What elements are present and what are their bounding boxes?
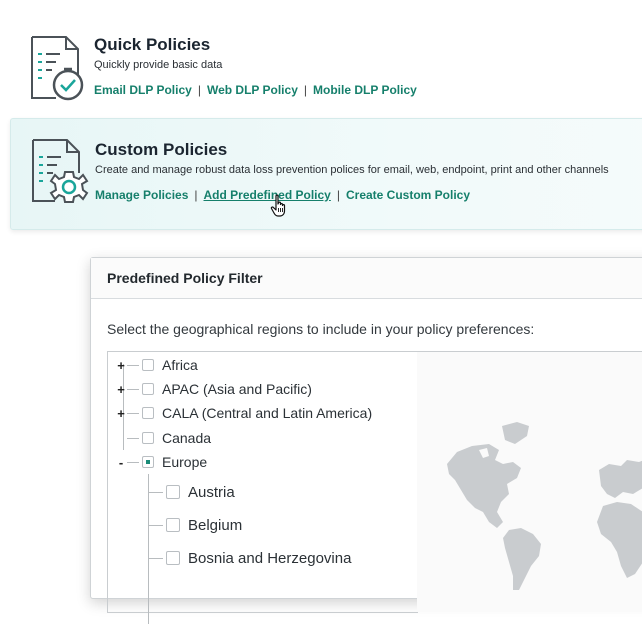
tree-row-canada[interactable]: Canada bbox=[116, 428, 211, 448]
tree-row-africa[interactable]: + Africa bbox=[116, 355, 198, 375]
region-checkbox-canada[interactable] bbox=[142, 432, 154, 444]
dialog-header: Predefined Policy Filter bbox=[91, 258, 642, 299]
custom-policies-title: Custom Policies bbox=[95, 140, 228, 159]
tree-row-cala[interactable]: + CALA (Central and Latin America) bbox=[116, 403, 372, 423]
region-label: CALA (Central and Latin America) bbox=[162, 405, 373, 421]
region-checkbox-cala[interactable] bbox=[142, 407, 154, 419]
web-dlp-policy-link[interactable]: Web DLP Policy bbox=[207, 83, 298, 97]
manage-policies-link[interactable]: Manage Policies bbox=[95, 188, 188, 202]
document-gear-icon bbox=[32, 139, 89, 203]
add-predefined-policy-link[interactable]: Add Predefined Policy bbox=[204, 188, 331, 202]
region-checkbox-africa[interactable] bbox=[142, 359, 154, 371]
link-separator: | bbox=[336, 188, 340, 202]
region-checkbox-apac[interactable] bbox=[142, 383, 154, 395]
tree-row-belgium[interactable]: Belgium bbox=[148, 515, 242, 535]
tree-connector bbox=[127, 461, 139, 463]
country-checkbox-bosnia-and-herzegovina[interactable] bbox=[166, 551, 180, 565]
link-separator: | bbox=[194, 188, 198, 202]
region-checkbox-europe[interactable] bbox=[142, 456, 154, 468]
tree-connector bbox=[127, 437, 139, 439]
tree-connector bbox=[149, 524, 163, 526]
quick-policies-links: Email DLP Policy | Web DLP Policy | Mobile D… bbox=[94, 83, 417, 97]
region-instruction: Select the geographical regions to inclu… bbox=[107, 321, 535, 337]
tree-connector bbox=[127, 388, 139, 390]
country-label: Belgium bbox=[188, 516, 243, 534]
country-checkbox-belgium[interactable] bbox=[166, 518, 180, 532]
quick-policies-title: Quick Policies bbox=[94, 35, 211, 54]
quick-policies-card: Quick Policies Quickly provide basic dat… bbox=[10, 22, 642, 112]
country-label: Bosnia and Herzegovina bbox=[188, 549, 352, 567]
expand-toggle[interactable]: + bbox=[116, 382, 126, 397]
world-map-panel bbox=[417, 351, 642, 612]
region-tree: + Africa + APAC (Asia and Pacific) + CAL… bbox=[107, 351, 418, 624]
create-custom-policy-link[interactable]: Create Custom Policy bbox=[346, 188, 470, 202]
country-label: Austria bbox=[188, 483, 235, 501]
region-label: Europe bbox=[162, 454, 208, 470]
tree-row-europe[interactable]: - Europe bbox=[116, 452, 207, 472]
tree-row-austria[interactable]: Austria bbox=[148, 482, 235, 502]
tree-row-bosnia[interactable]: Bosnia and Herzegovina bbox=[148, 548, 351, 568]
tree-connector bbox=[127, 364, 139, 366]
world-map-image bbox=[447, 422, 642, 590]
region-label: Africa bbox=[162, 357, 198, 373]
link-separator: | bbox=[303, 83, 307, 97]
tree-connector bbox=[127, 412, 139, 414]
email-dlp-policy-link[interactable]: Email DLP Policy bbox=[94, 83, 192, 97]
predefined-policy-filter-dialog: Predefined Policy Filter Select the geog… bbox=[90, 257, 642, 624]
document-clock-icon bbox=[31, 36, 84, 101]
country-checkbox-austria[interactable] bbox=[166, 485, 180, 499]
expand-toggle[interactable]: + bbox=[116, 358, 126, 373]
link-separator: | bbox=[197, 83, 201, 97]
mobile-dlp-policy-link[interactable]: Mobile DLP Policy bbox=[313, 83, 417, 97]
tree-row-apac[interactable]: + APAC (Asia and Pacific) bbox=[116, 379, 312, 399]
expand-toggle[interactable]: + bbox=[116, 406, 126, 421]
region-label: Canada bbox=[162, 430, 212, 446]
hand-cursor-icon bbox=[270, 194, 286, 217]
tree-connector bbox=[149, 491, 163, 493]
collapse-toggle[interactable]: - bbox=[116, 455, 126, 470]
quick-policies-description: Quickly provide basic data bbox=[94, 59, 223, 71]
tree-connector bbox=[149, 557, 163, 559]
dialog-title: Predefined Policy Filter bbox=[107, 270, 263, 286]
custom-policies-card: Custom Policies Create and manage robust… bbox=[10, 118, 642, 230]
region-label: APAC (Asia and Pacific) bbox=[162, 381, 312, 397]
custom-policies-description: Create and manage robust data loss preve… bbox=[95, 164, 609, 176]
